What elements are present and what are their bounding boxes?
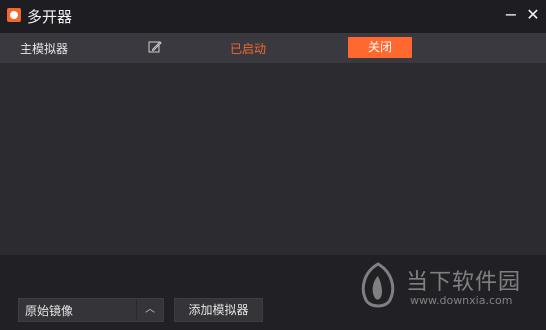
app-logo-icon [7, 8, 21, 22]
watermark-logo-icon [361, 262, 395, 308]
watermark-url: www.downxia.com [410, 294, 513, 307]
title-bar: 多开器 − ✕ [0, 0, 546, 33]
add-emulator-button[interactable]: 添加模拟器 [174, 298, 263, 322]
status-label: 已启动 [230, 42, 267, 56]
watermark-name: 当下软件园 [406, 270, 522, 295]
mirror-select-value: 原始镜像 [25, 304, 74, 318]
close-emulator-button[interactable]: 关闭 [348, 37, 412, 58]
window-title: 多开器 [27, 8, 73, 26]
emulator-row: 主模拟器 已启动 关闭 [0, 33, 546, 63]
mirror-select[interactable]: 原始镜像 ︿ [18, 298, 164, 322]
chevron-up-icon[interactable]: ︿ [136, 299, 163, 321]
edit-icon[interactable] [148, 40, 162, 54]
close-window-button[interactable]: ✕ [524, 5, 542, 25]
watermark: 当下软件园 www.downxia.com [356, 262, 536, 314]
minimize-button[interactable]: − [502, 5, 520, 25]
emulator-name: 主模拟器 [20, 42, 69, 56]
